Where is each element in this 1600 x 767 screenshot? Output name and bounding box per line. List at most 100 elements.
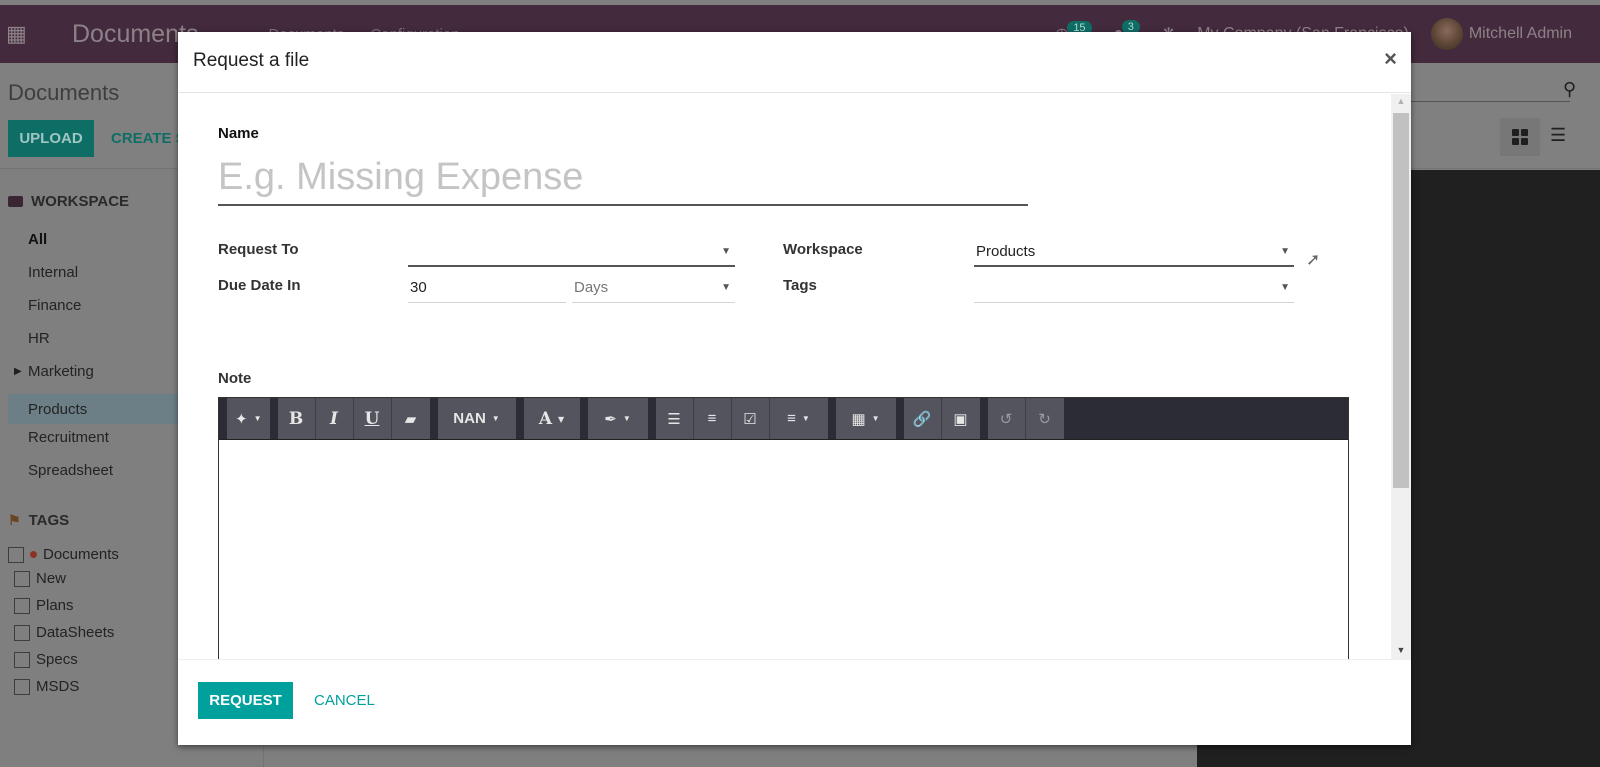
sidebar-item-hr[interactable]: HR (28, 330, 50, 347)
bullet-list-button[interactable]: ☰ (655, 398, 694, 439)
link-icon: 🔗 (912, 410, 932, 428)
eraser-button[interactable]: ▰ (391, 398, 430, 439)
chevron-down-icon: ▼ (721, 245, 731, 257)
request-file-dialog: Request a file × Name Request To ▼ Due D… (178, 32, 1411, 745)
table-icon: ▦ (851, 410, 866, 428)
external-link-icon[interactable]: ➚ (1306, 250, 1320, 270)
link-button[interactable]: 🔗 (903, 398, 942, 439)
dialog-header: Request a file × (178, 32, 1411, 93)
highlight-dropdown[interactable]: ✒ ▼ (587, 398, 648, 439)
due-date-unit-select[interactable]: Days ▼ (572, 273, 735, 303)
chevron-down-icon: ▼ (721, 282, 731, 293)
workspace-label: Workspace (783, 241, 863, 258)
user-menu[interactable]: Mitchell Admin (1430, 18, 1572, 50)
avatar (1430, 18, 1463, 50)
name-label: Name (218, 125, 259, 142)
chevron-down-icon: ▼ (1280, 245, 1290, 257)
bullet-list-icon: ☰ (667, 410, 681, 428)
magic-wand-icon: ✦ (235, 410, 248, 428)
scroll-thumb[interactable] (1393, 113, 1409, 488)
folder-icon (8, 196, 23, 207)
dialog-scrollbar[interactable]: ▲ ▼ (1391, 94, 1411, 659)
checkbox[interactable] (14, 624, 30, 641)
cancel-button[interactable]: CANCEL (314, 692, 375, 709)
apps-menu-icon[interactable]: ▦ (6, 21, 42, 47)
image-icon: ▣ (953, 410, 968, 428)
caret-down-icon: ▼ (491, 414, 500, 423)
sidebar-item-finance[interactable]: Finance (28, 297, 81, 314)
close-icon[interactable]: × (1384, 46, 1397, 72)
checkbox[interactable] (14, 570, 30, 587)
note-editor: ✦ ▼ B I U ▰ NAN ▼ A ▼ ✒ ▼ ☰ ≡ ☑ ≡ ▼ ▦ ▼ … (218, 397, 1349, 659)
tag-new[interactable]: New (14, 570, 66, 587)
sidebar-item-all[interactable]: All (28, 231, 47, 248)
name-input[interactable] (218, 150, 1028, 206)
caret-down-icon: ▼ (871, 414, 880, 423)
breadcrumb: Documents (8, 80, 120, 105)
tags-select[interactable]: ▼ (974, 273, 1294, 303)
align-dropdown[interactable]: ≡ ▼ (769, 398, 828, 439)
image-button[interactable]: ▣ (941, 398, 980, 439)
list-icon: ☰ (1550, 125, 1567, 145)
create-spreadsheet-button[interactable]: CREATE S (111, 130, 186, 147)
upload-button[interactable]: UPLOAD (8, 120, 94, 157)
request-to-select[interactable]: ▼ (408, 237, 735, 267)
align-left-icon: ≡ (787, 410, 796, 427)
caret-down-icon: ▼ (253, 414, 262, 423)
italic-button[interactable]: I (315, 398, 354, 439)
caret-down-icon: ▼ (622, 414, 631, 423)
tag-msds[interactable]: MSDS (14, 678, 79, 695)
style-dropdown[interactable]: ✦ ▼ (227, 398, 270, 439)
redo-button[interactable]: ↻ (1025, 398, 1064, 439)
request-button[interactable]: REQUEST (198, 682, 293, 719)
checkbox-icon: ☑ (743, 410, 757, 428)
dialog-body: Name Request To ▼ Due Date In 30 Days ▼ … (178, 94, 1411, 659)
checkbox[interactable] (14, 678, 30, 695)
dialog-title: Request a file (193, 50, 310, 71)
tags-label: Tags (783, 277, 817, 294)
tag-plans[interactable]: Plans (14, 597, 74, 614)
table-dropdown[interactable]: ▦ ▼ (835, 398, 896, 439)
sidebar-item-marketing[interactable]: Marketing (28, 363, 94, 380)
tag-datasheets[interactable]: DataSheets (14, 624, 114, 641)
color-dot-icon (30, 551, 37, 558)
sidebar-item-recruitment[interactable]: Recruitment (28, 429, 109, 446)
sidebar-item-spreadsheet[interactable]: Spreadsheet (28, 462, 113, 479)
tag-category-documents[interactable]: Documents (8, 546, 119, 563)
request-to-label: Request To (218, 241, 299, 258)
paintbrush-icon: ✒ (604, 410, 617, 428)
undo-button[interactable]: ↺ (987, 398, 1026, 439)
note-textarea[interactable] (219, 440, 1348, 659)
grid-icon (1512, 129, 1528, 145)
bold-button[interactable]: B (277, 398, 316, 439)
due-date-input[interactable]: 30 (408, 273, 566, 303)
caret-down-icon: ▼ (801, 414, 810, 423)
eraser-icon: ▰ (404, 410, 417, 428)
chevron-down-icon: ▼ (1280, 282, 1290, 293)
checklist-button[interactable]: ☑ (731, 398, 770, 439)
font-size-dropdown[interactable]: NAN ▼ (437, 398, 516, 439)
checkbox[interactable] (14, 597, 30, 614)
workspace-header: WORKSPACE (8, 193, 129, 210)
tag-specs[interactable]: Specs (14, 651, 78, 668)
scroll-down-icon[interactable]: ▼ (1391, 645, 1411, 655)
user-name: Mitchell Admin (1468, 25, 1572, 43)
search-icon[interactable]: ⚲ (1563, 79, 1576, 100)
sidebar-item-internal[interactable]: Internal (28, 264, 78, 281)
kanban-view-button[interactable] (1500, 118, 1540, 156)
dialog-footer: REQUEST CANCEL (178, 659, 1411, 745)
underline-button[interactable]: U (353, 398, 392, 439)
numbered-list-icon: ≡ (707, 410, 717, 427)
scroll-up-icon[interactable]: ▲ (1391, 96, 1411, 106)
numbered-list-button[interactable]: ≡ (693, 398, 732, 439)
due-date-label: Due Date In (218, 277, 301, 294)
tags-header: ⚑ TAGS (8, 512, 70, 529)
note-label: Note (218, 370, 252, 387)
checkbox[interactable] (8, 546, 24, 563)
checkbox[interactable] (14, 651, 30, 668)
editor-toolbar: ✦ ▼ B I U ▰ NAN ▼ A ▼ ✒ ▼ ☰ ≡ ☑ ≡ ▼ ▦ ▼ … (219, 398, 1348, 440)
workspace-select[interactable]: Products ▼ (974, 237, 1294, 267)
expand-caret-icon[interactable]: ▶ (14, 366, 22, 377)
font-color-dropdown[interactable]: A ▼ (523, 398, 580, 439)
list-view-button[interactable]: ☰ (1550, 125, 1566, 146)
